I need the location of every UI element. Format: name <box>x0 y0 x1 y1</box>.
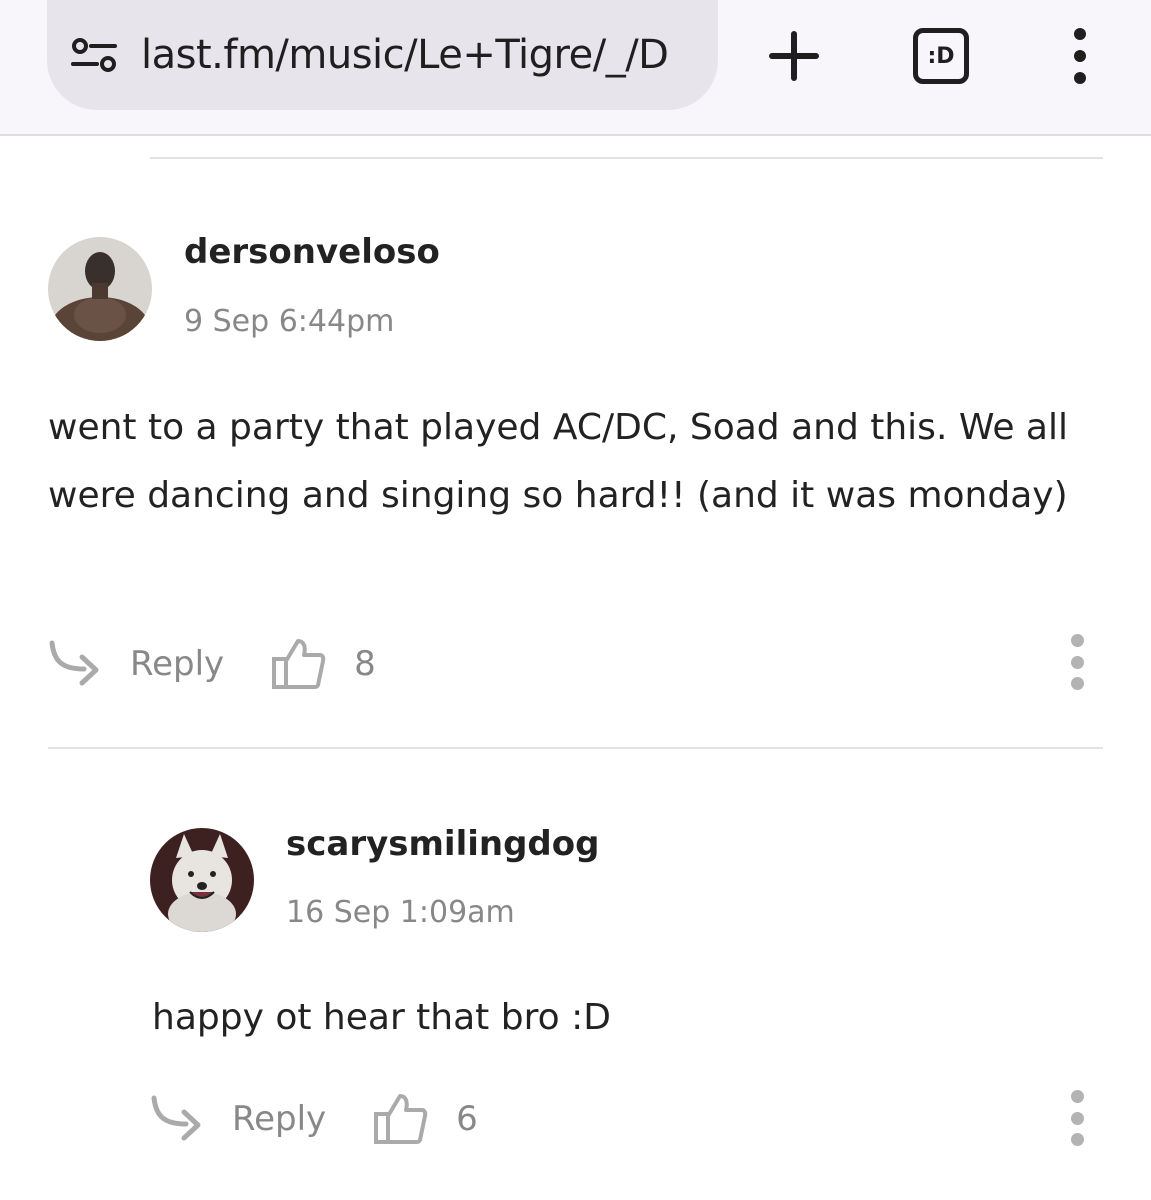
comment-timestamp[interactable]: 16 Sep 1:09am <box>286 895 515 930</box>
comment-actions: Reply 8 <box>48 634 376 694</box>
comment-author[interactable]: dersonveloso <box>184 232 440 272</box>
reply-icon[interactable] <box>48 639 104 689</box>
reply-icon[interactable] <box>150 1094 206 1144</box>
reply-button[interactable]: Reply <box>130 644 224 684</box>
tab-switcher-label: :D <box>927 43 955 69</box>
url-text[interactable]: last.fm/music/Le+Tigre/_/D <box>141 32 669 78</box>
address-bar[interactable]: last.fm/music/Le+Tigre/_/D <box>47 0 718 110</box>
menu-dot <box>1074 28 1086 40</box>
comment-actions: Reply 6 <box>150 1089 478 1149</box>
comment-divider <box>150 157 1103 159</box>
menu-dot <box>1070 1133 1084 1146</box>
comment-more-icon[interactable] <box>1067 1090 1087 1146</box>
site-settings-icon[interactable] <box>69 35 119 75</box>
menu-dot <box>1070 655 1084 669</box>
comment-timestamp[interactable]: 9 Sep 6:44pm <box>184 304 394 339</box>
reply-button[interactable]: Reply <box>232 1099 326 1139</box>
tab-switcher-button[interactable]: :D <box>913 28 969 84</box>
thumbs-up-icon[interactable] <box>270 637 326 691</box>
comment-body: happy ot hear that bro :D <box>152 997 611 1038</box>
comment-divider <box>48 747 1103 749</box>
thumbs-up-icon[interactable] <box>372 1092 428 1146</box>
comment-body: went to a party that played AC/DC, Soad … <box>48 407 1068 516</box>
menu-dot <box>1074 72 1086 84</box>
avatar-image <box>150 828 254 932</box>
menu-dot <box>1070 677 1084 690</box>
menu-dot <box>1070 634 1084 647</box>
plus-icon[interactable] <box>766 28 822 84</box>
menu-dot <box>1074 50 1086 62</box>
avatar[interactable] <box>150 828 254 932</box>
more-vert-icon[interactable] <box>1060 28 1100 84</box>
menu-dot <box>1070 1111 1084 1125</box>
menu-dot <box>1070 1090 1084 1103</box>
comment-author[interactable]: scarysmilingdog <box>286 824 599 864</box>
browser-toolbar: last.fm/music/Le+Tigre/_/D :D <box>0 0 1151 136</box>
like-count: 6 <box>456 1099 478 1139</box>
avatar[interactable] <box>48 237 152 341</box>
comment-more-icon[interactable] <box>1067 634 1087 690</box>
like-count: 8 <box>354 644 376 684</box>
avatar-image <box>48 237 152 341</box>
